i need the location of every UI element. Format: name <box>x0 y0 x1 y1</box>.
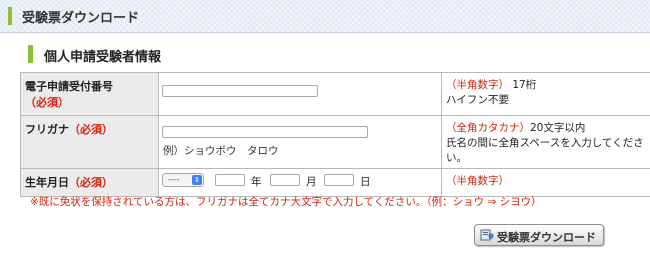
applicant-form-table: 電子申請受付番号 （必須） （半角数字） 17桁 ハイフン不要 フリガナ（必須）… <box>20 72 650 197</box>
input-type-tag: （半角数字） <box>446 175 509 187</box>
section-title: 個人申請受験者情報 <box>44 50 162 65</box>
row-label-cell: フリガナ（必須） <box>20 115 159 169</box>
birth-day-input[interactable] <box>324 174 354 186</box>
year-unit-label: 年 <box>251 176 262 188</box>
field-label: 生年月日 <box>25 176 69 189</box>
table-row: 電子申請受付番号 （必須） （半角数字） 17桁 ハイフン不要 <box>20 72 650 116</box>
footnote: ※既に免状を保持されている方は、フリガナは全てカナ大文字で入力してください。（例… <box>30 196 542 208</box>
field-label: 電子申請受付番号 <box>25 80 113 93</box>
birth-month-input[interactable] <box>270 174 300 186</box>
field-cell: 例）ショウボウ タロウ <box>158 115 442 169</box>
note-cell: （全角カタカナ）20文字以内 氏名の間に全角スペースを入力してください。 <box>441 115 650 169</box>
required-tag: （必須） <box>69 176 113 189</box>
application-number-input[interactable] <box>162 85 318 97</box>
download-icon <box>480 229 494 241</box>
note-text-secondary: ハイフン不要 <box>446 94 509 106</box>
section-accent-bar <box>28 45 33 63</box>
select-arrows-icon: ⇕ <box>192 175 202 185</box>
download-admission-ticket-button[interactable]: 受験票ダウンロード <box>474 224 604 246</box>
table-row: フリガナ（必須） 例）ショウボウ タロウ （全角カタカナ）20文字以内 氏名の間… <box>20 115 650 169</box>
note-cell: （半角数字） 17桁 ハイフン不要 <box>441 72 650 116</box>
day-unit-label: 日 <box>360 176 371 188</box>
page-header: 受験票ダウンロード <box>0 0 650 33</box>
header-accent-bar <box>8 7 12 25</box>
era-select[interactable]: ---- ⇕ <box>162 173 204 187</box>
field-cell <box>158 72 442 116</box>
field-label: フリガナ <box>25 123 69 136</box>
furigana-example: 例）ショウボウ タロウ <box>163 145 279 157</box>
page-title: 受験票ダウンロード <box>22 11 140 26</box>
table-row: 生年月日（必須） ---- ⇕ 年 月 日 （半角数字） <box>20 168 650 197</box>
note-text: 20文字以内 <box>530 122 586 134</box>
note-cell: （半角数字） <box>441 168 650 197</box>
row-label-cell: 電子申請受付番号 （必須） <box>20 72 159 116</box>
month-unit-label: 月 <box>306 176 317 188</box>
note-text-secondary: 氏名の間に全角スペースを入力してください。 <box>446 137 644 164</box>
furigana-input[interactable] <box>162 126 368 138</box>
field-cell: ---- ⇕ 年 月 日 <box>158 168 442 197</box>
era-select-value: ---- <box>168 175 180 184</box>
note-text: 17桁 <box>512 79 537 91</box>
input-type-tag: （半角数字） <box>446 79 509 91</box>
note-line: （全角カタカナ）20文字以内 <box>446 121 650 136</box>
download-button-label: 受験票ダウンロード <box>497 231 596 244</box>
birth-year-input[interactable] <box>215 174 245 186</box>
input-type-tag: （全角カタカナ） <box>446 122 530 134</box>
row-label-cell: 生年月日（必須） <box>20 168 159 197</box>
required-tag: （必須） <box>69 123 113 136</box>
note-line: （半角数字） 17桁 <box>446 78 650 93</box>
required-tag: （必須） <box>25 96 69 109</box>
